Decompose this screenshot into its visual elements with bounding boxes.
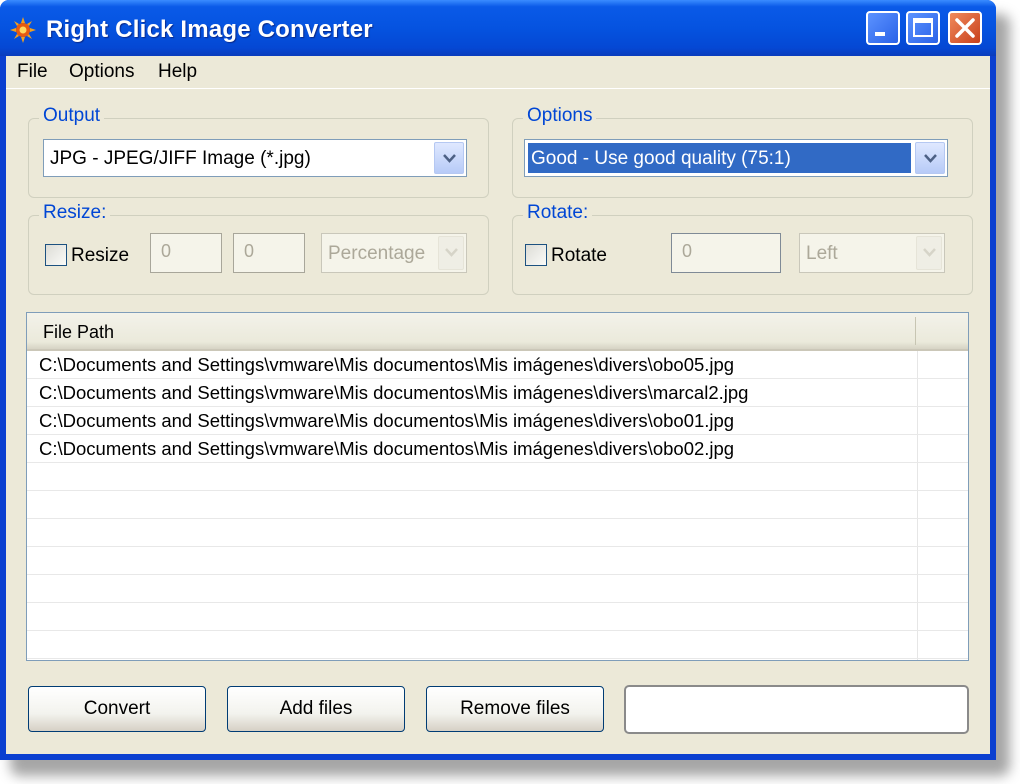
menu-bar: File Options Help [6,56,990,89]
resize-checkbox-label[interactable]: Resize [71,245,129,267]
empty-row [27,519,968,547]
menu-help[interactable]: Help [158,61,197,83]
resize-height-input[interactable]: 0 [233,233,305,273]
output-group-label: Output [39,105,105,127]
status-box [624,685,969,734]
options-group-label: Options [523,105,597,127]
rotate-group-label: Rotate: [523,202,593,224]
minimize-icon [875,32,885,36]
resize-unit-dropdown-button[interactable] [438,236,464,270]
convert-button[interactable]: Convert [28,686,206,732]
maximize-icon [913,18,933,37]
rotate-angle-input[interactable]: 0 [671,233,781,273]
menu-options[interactable]: Options [69,61,134,83]
resize-unit-select[interactable]: Percentage [321,233,467,273]
rotate-checkbox-label[interactable]: Rotate [551,245,607,267]
minimize-button[interactable] [866,11,900,45]
menu-file[interactable]: File [17,61,48,83]
rotate-direction-dropdown-button[interactable] [916,236,942,270]
resize-unit-value: Percentage [328,243,426,264]
file-path-cell: C:\Documents and Settings\vmware\Mis doc… [39,410,735,431]
client-area: File Options Help Output JPG - JPEG/JIFF… [6,56,990,754]
chevron-down-icon [443,154,456,163]
quality-dropdown-button[interactable] [915,142,945,174]
file-row[interactable]: C:\Documents and Settings\vmware\Mis doc… [27,407,968,435]
rotate-direction-value: Left [806,243,838,264]
rotate-angle-value: 0 [682,241,693,261]
resize-checkbox[interactable] [45,244,67,266]
column-header-empty[interactable] [916,313,968,349]
resize-height-value: 0 [244,241,255,261]
quality-value: Good - Use good quality (75:1) [531,148,791,169]
remove-files-button[interactable]: Remove files [426,686,604,732]
file-path-cell: C:\Documents and Settings\vmware\Mis doc… [39,354,735,375]
quality-select[interactable]: Good - Use good quality (75:1) [524,139,948,177]
close-button[interactable] [948,11,982,45]
chevron-down-icon [445,248,458,257]
title-bar[interactable]: Right Click Image Converter [0,0,996,56]
close-icon [955,18,975,38]
gear-sun-icon [10,17,36,43]
empty-row [27,491,968,519]
file-list-header: File Path [27,313,968,351]
file-path-cell: C:\Documents and Settings\vmware\Mis doc… [39,438,735,459]
resize-width-value: 0 [161,241,172,261]
resize-width-input[interactable]: 0 [150,233,222,273]
empty-row [27,463,968,491]
empty-row [27,603,968,631]
rotate-direction-select[interactable]: Left [799,233,945,273]
empty-row [27,547,968,575]
chevron-down-icon [923,248,936,257]
maximize-button[interactable] [906,11,940,45]
output-format-value: JPG - JPEG/JIFF Image (*.jpg) [50,148,311,169]
file-row[interactable]: C:\Documents and Settings\vmware\Mis doc… [27,379,968,407]
rotate-checkbox[interactable] [525,244,547,266]
empty-row [27,575,968,603]
chevron-down-icon [924,154,937,163]
output-format-select[interactable]: JPG - JPEG/JIFF Image (*.jpg) [43,139,467,177]
file-row[interactable]: C:\Documents and Settings\vmware\Mis doc… [27,435,968,463]
file-list[interactable]: File Path C:\Documents and Settings\vmwa… [26,312,969,661]
window-title: Right Click Image Converter [46,16,373,43]
output-format-dropdown-button[interactable] [434,142,464,174]
column-header-file-path[interactable]: File Path [43,322,114,343]
file-path-cell: C:\Documents and Settings\vmware\Mis doc… [39,382,749,403]
add-files-button[interactable]: Add files [227,686,405,732]
app-window: Right Click Image Converter File Options… [0,0,996,760]
resize-group-label: Resize: [39,202,111,224]
empty-row [27,631,968,659]
file-row[interactable]: C:\Documents and Settings\vmware\Mis doc… [27,351,968,379]
